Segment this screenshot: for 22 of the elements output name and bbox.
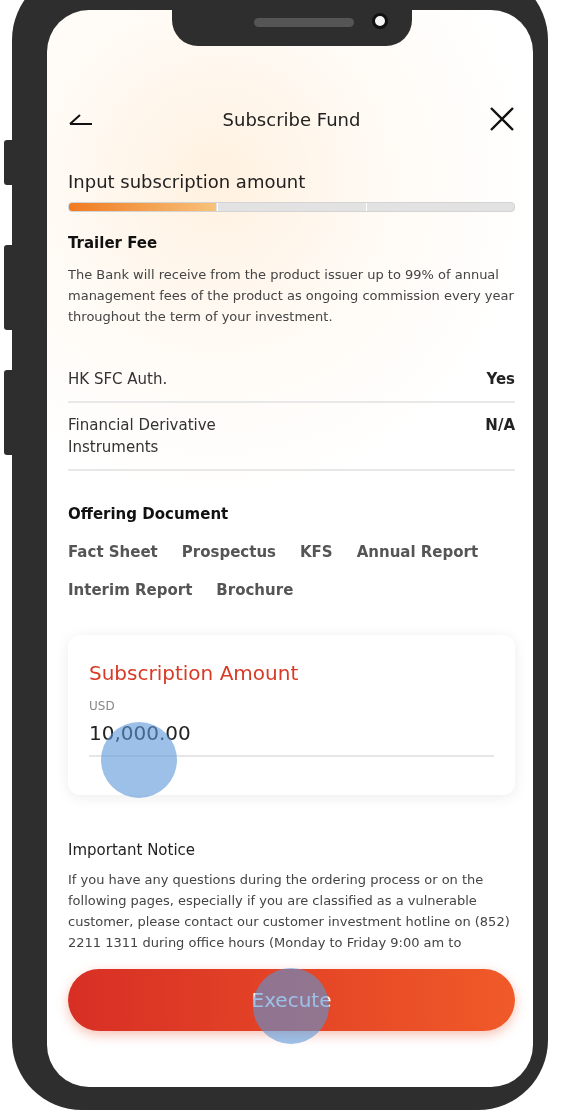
detail-label: Financial Derivative Instruments: [68, 415, 217, 458]
document-link[interactable]: KFS: [300, 543, 333, 561]
section-heading: Trailer Fee: [68, 234, 159, 252]
document-link[interactable]: Brochure: [216, 581, 294, 599]
detail-value: Yes: [486, 369, 515, 390]
trailer-fee-text: The Bank will receive from the product issuer up to 99% of annual management fees of the product as ongoing commission every year throughout the term of your investment.: [68, 266, 515, 326]
page-title: Subscribe Fund: [222, 108, 361, 130]
camera-icon: [372, 13, 388, 29]
document-link[interactable]: Fact Sheet: [68, 543, 158, 561]
notice-title: Important Notice: [68, 841, 197, 859]
detail-value: N/A: [485, 415, 515, 436]
notice-text: If you have any questions during the ordering process or on the following pages, especially if you are classified as a vulnerable customer, please contact our customer investment hotline on (852) 2211 1311 during office hours (Monday to Friday 9:00 am to: [68, 871, 511, 952]
close-icon[interactable]: [489, 106, 515, 132]
section-heading: Offering Document: [68, 505, 230, 523]
card-title: Subscription Amount: [89, 661, 300, 685]
document-link[interactable]: Interim Report: [68, 581, 193, 599]
document-link[interactable]: Prospectus: [181, 543, 276, 561]
document-link[interactable]: Annual Report: [356, 543, 479, 561]
detail-label: HK SFC Auth.: [68, 369, 169, 390]
currency-label: USD: [89, 699, 116, 713]
back-icon[interactable]: [68, 112, 94, 126]
step-title: Input subscription amount: [68, 171, 307, 192]
